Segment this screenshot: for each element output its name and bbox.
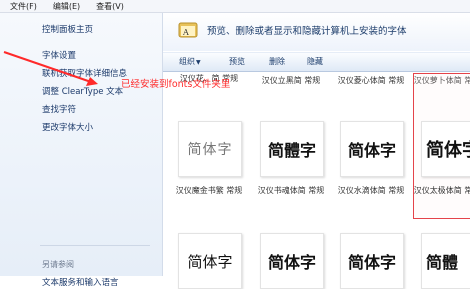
annotation-arrow [3,51,98,86]
text-services-link[interactable]: 文本服务和输入语言 [42,276,119,288]
annotation-text: 已经安装到fonts文件夹里 [121,79,231,90]
